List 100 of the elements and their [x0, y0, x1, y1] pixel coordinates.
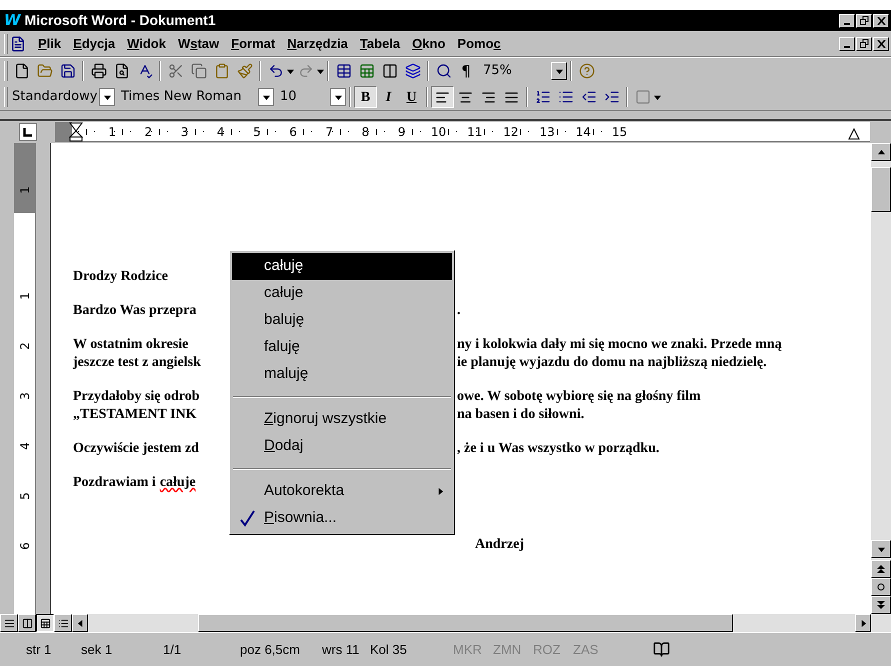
status-field: str 1	[26, 642, 52, 657]
status-field: wrs 11	[322, 642, 360, 657]
menu-option[interactable]: Autokorekta	[232, 478, 452, 505]
scroll-right-button[interactable]	[855, 614, 871, 632]
close-icon	[876, 16, 886, 24]
scroll-up-button[interactable]	[871, 143, 891, 161]
restore-icon	[860, 39, 868, 48]
status-field: poz 6,5cm	[240, 642, 300, 657]
align-left-icon	[435, 90, 450, 104]
caret-right-icon	[437, 488, 444, 495]
document-text: .	[457, 302, 460, 320]
ruler-number: 3	[16, 392, 32, 400]
align-left-button[interactable]	[431, 86, 454, 108]
document-text: Drodzy Rodzice	[73, 268, 168, 286]
scroll-thumb[interactable]	[198, 614, 733, 632]
caret-down-icon	[317, 68, 324, 74]
document-text: Bardzo Was przepra	[73, 302, 196, 320]
ruler-number: 5	[16, 492, 32, 500]
right-indent-marker-icon[interactable]	[848, 128, 860, 140]
style-combo[interactable]: Standardowy	[10, 87, 115, 107]
previous-page-button[interactable]	[871, 560, 891, 578]
page-layout-button[interactable]	[36, 614, 54, 632]
left-tab-icon	[23, 128, 32, 136]
scroll-thumb[interactable]	[871, 167, 891, 212]
document-text: ny i kolokwia dały mi się mocno we znaki. Przede mną	[457, 336, 782, 354]
restore-button[interactable]	[856, 36, 872, 50]
status-field: ROZ	[533, 642, 560, 657]
close-button[interactable]	[873, 14, 889, 28]
menu-item[interactable]: Widok	[121, 34, 172, 54]
font-combo[interactable]: Times New Roman	[119, 87, 274, 107]
status-field: sek 1	[81, 642, 112, 657]
close-icon	[876, 40, 886, 48]
underline-button[interactable]: U	[400, 86, 423, 108]
caret-down-icon	[104, 94, 110, 100]
tab-selector[interactable]	[18, 123, 36, 141]
caret-down-icon	[556, 68, 562, 74]
menu-item[interactable]: Edycja	[67, 34, 122, 54]
minimize-button[interactable]	[839, 36, 855, 50]
menu-option[interactable]: całuje	[232, 280, 452, 307]
status-field: Kol 35	[370, 642, 407, 657]
status-field: ZAS	[573, 642, 598, 657]
ruler-number: 14	[576, 124, 590, 140]
status-field: MKR	[453, 642, 482, 657]
menu-item[interactable]: Format	[225, 34, 282, 54]
caret-right-icon	[860, 620, 866, 626]
minimize-button[interactable]	[839, 14, 855, 28]
show-formatting-button[interactable]: ¶	[455, 60, 477, 82]
ruler-number: 12	[503, 124, 518, 140]
menu-item[interactable]: Tabela	[354, 34, 406, 54]
ruler-number: 1	[16, 186, 32, 194]
ruler-number: 5	[252, 124, 262, 140]
menu-item[interactable]: Wstaw	[172, 34, 226, 54]
menu-option[interactable]: Pisownia...	[232, 505, 452, 532]
online-layout-icon	[22, 618, 32, 628]
next-page-button[interactable]	[871, 596, 891, 614]
vertical-scrollbar[interactable]	[871, 143, 891, 614]
numbered-list-icon	[534, 89, 550, 105]
scroll-down-button[interactable]	[871, 540, 891, 558]
font-size-combo[interactable]: 10	[278, 87, 346, 107]
double-up-arrow-icon	[877, 565, 885, 573]
bulleted-list-icon	[558, 89, 574, 105]
menu-item[interactable]: Narzędzia	[281, 34, 354, 54]
ruler-number: 4	[216, 124, 226, 140]
menu-item[interactable]: Pomoc	[451, 34, 507, 54]
caret-down-icon	[878, 546, 884, 552]
scroll-left-button[interactable]	[72, 614, 88, 632]
outline-view-button[interactable]	[54, 614, 72, 632]
close-button[interactable]	[873, 36, 889, 50]
open-folder-icon	[36, 63, 52, 79]
window-title: Microsoft Word - Dokument1	[24, 11, 216, 30]
menu-option[interactable]: Zignoruj wszystkie	[232, 406, 452, 433]
app-logo: W	[4, 10, 21, 32]
browse-object-button[interactable]	[871, 578, 891, 596]
menu-option[interactable]: Dodaj	[232, 433, 452, 460]
menu-item[interactable]: Plik	[32, 34, 68, 54]
ruler-number: 3	[180, 124, 190, 140]
online-layout-button[interactable]	[18, 614, 36, 632]
menu-option[interactable]: maluję	[232, 361, 452, 388]
bold-button[interactable]: B	[354, 86, 377, 108]
magnifier-icon	[436, 63, 452, 79]
ruler-number: 10	[430, 124, 445, 140]
ruler-number: 8	[360, 124, 370, 140]
menu-option[interactable]: faluję	[232, 334, 452, 361]
document-text: jeszcze test z angielsk	[73, 354, 201, 372]
italic-button[interactable]: I	[377, 86, 400, 108]
restore-icon	[860, 16, 868, 25]
ruler-number: 2	[144, 124, 154, 140]
restore-button[interactable]	[856, 14, 872, 28]
menu-option[interactable]: baluję	[232, 307, 452, 334]
indent-marker-icon[interactable]	[69, 122, 83, 142]
normal-view-button[interactable]	[0, 614, 18, 632]
layers-icon	[404, 63, 420, 79]
redo-icon	[298, 63, 314, 79]
copy-icon	[190, 63, 206, 79]
document-icon[interactable]	[10, 36, 26, 52]
align-justify-icon	[504, 90, 519, 104]
menu-item[interactable]: Okno	[406, 34, 452, 54]
ruler-number: 15	[612, 124, 626, 140]
zoom-combo[interactable]: 75%	[481, 61, 567, 81]
menu-option[interactable]: całuję	[232, 253, 452, 280]
